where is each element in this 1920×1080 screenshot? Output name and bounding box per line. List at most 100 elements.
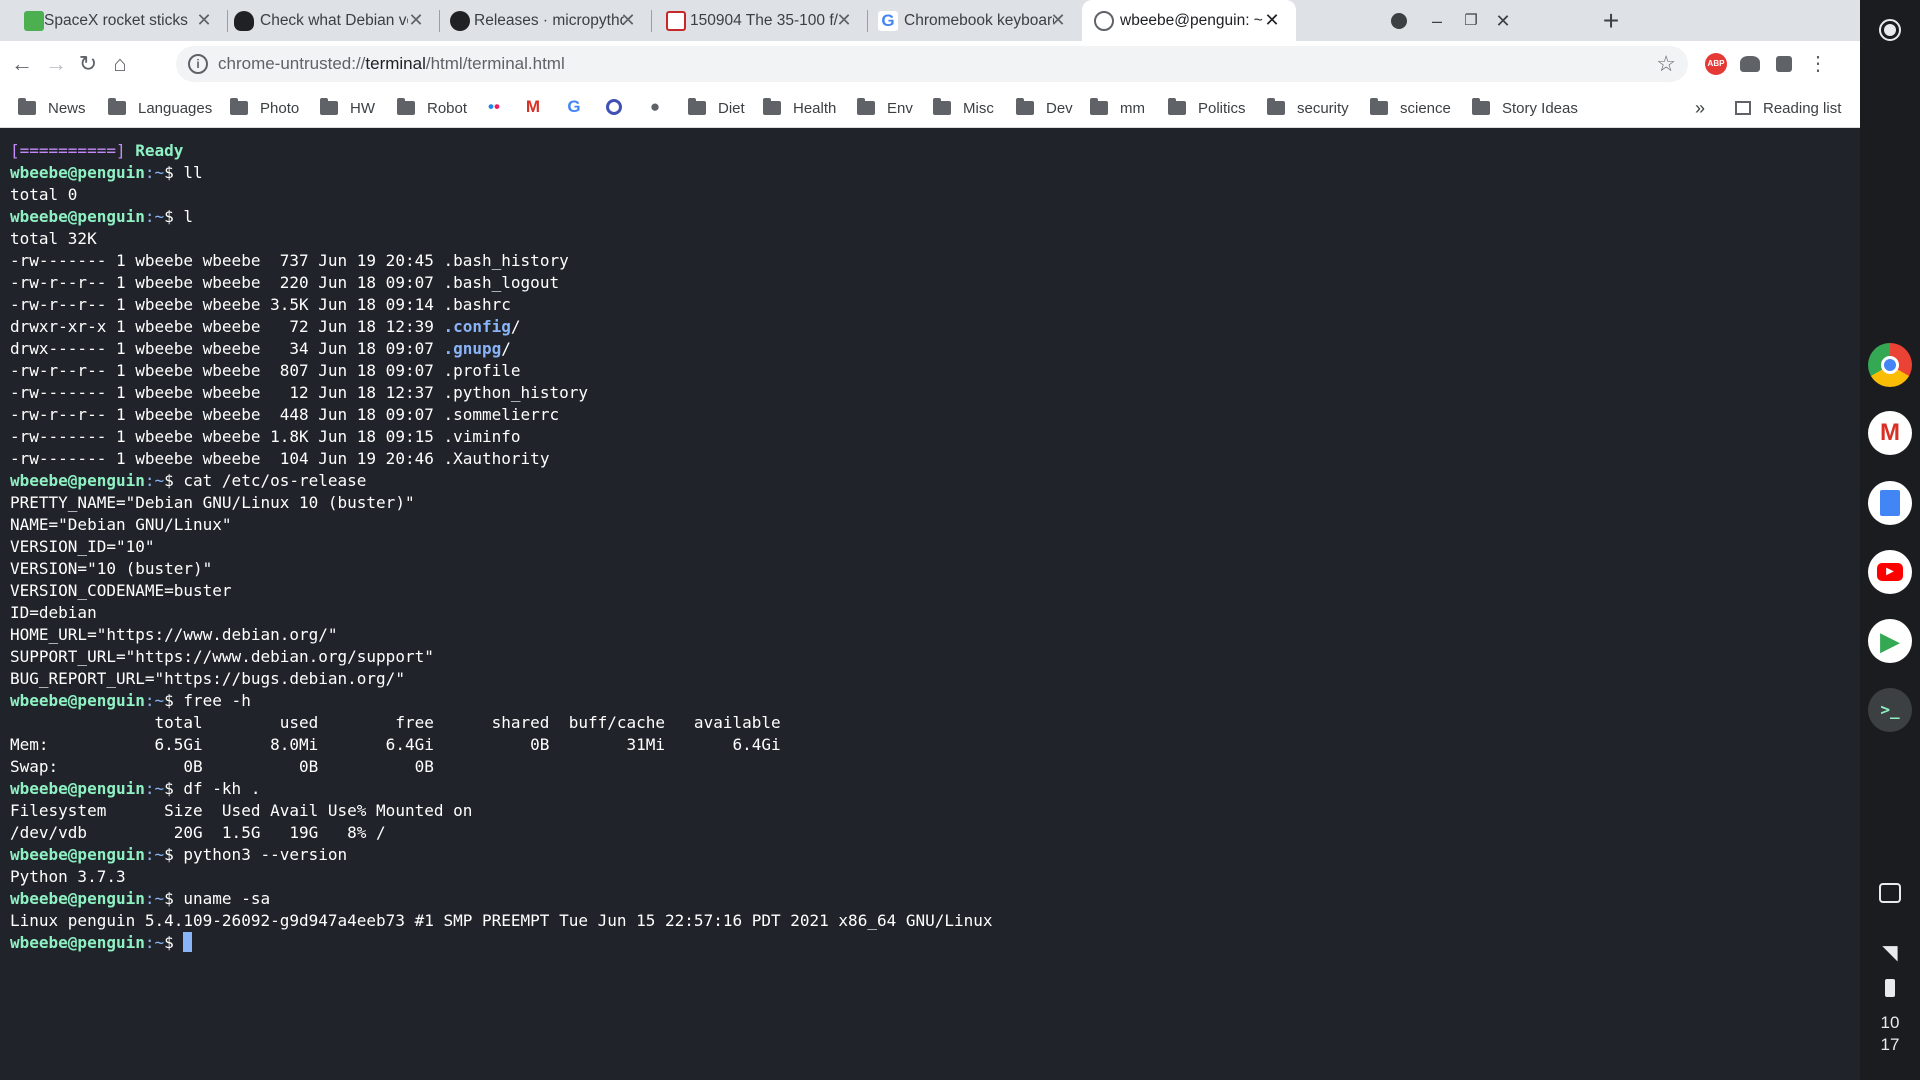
output-line: BUG_REPORT_URL="https://bugs.debian.org/… — [10, 668, 1850, 690]
screen-capture-icon[interactable] — [1877, 880, 1903, 906]
back-arrow-icon[interactable]: ← — [8, 50, 36, 78]
system-clock[interactable]: 10 17 — [1860, 1012, 1920, 1056]
folder-icon — [230, 98, 248, 115]
file-meta: drwxr-xr-x 1 wbeebe wbeebe 72 Jun 18 12:… — [10, 317, 444, 336]
bookmark-folder[interactable]: science — [1370, 95, 1451, 121]
prompt-user: wbeebe@penguin — [10, 779, 145, 798]
bookmark-folder[interactable]: Env — [857, 95, 913, 121]
forward-arrow-icon[interactable]: → — [42, 50, 70, 78]
spacex-icon — [24, 11, 44, 31]
minimize-icon[interactable]: ‒ — [1426, 10, 1448, 32]
bookmark-folder[interactable]: Photo — [230, 95, 299, 121]
prompt-line: wbeebe@penguin:~$ ll — [10, 162, 1850, 184]
wifi-icon[interactable]: ◥ — [1877, 940, 1903, 966]
output-text: NAME="Debian GNU/Linux" — [10, 515, 232, 534]
directory-name: .config — [443, 317, 511, 336]
battery-icon[interactable] — [1877, 975, 1903, 1001]
terminal-icon[interactable]: >_ — [1868, 688, 1912, 732]
directory-name: .gnupg — [443, 339, 502, 358]
reading-list-button[interactable]: Reading list — [1735, 95, 1841, 121]
tab-chromebook-shortcuts[interactable]: G Chromebook keyboard shor ✕ — [868, 0, 1082, 41]
youtube-icon[interactable]: ▶ — [1868, 550, 1912, 594]
url-text[interactable]: chrome-untrusted://terminal/html/termina… — [218, 55, 565, 73]
bookmark-folder[interactable]: security — [1267, 95, 1349, 121]
tab-title: Check what Debian version — [260, 12, 408, 29]
bookmark-folder[interactable]: Dev — [1016, 95, 1073, 121]
output-line: Linux penguin 5.4.109-26092-g9d947a4eeb7… — [10, 910, 1850, 932]
play-store-icon[interactable]: ▶ — [1868, 619, 1912, 663]
bookmark-folder[interactable]: News — [18, 95, 86, 121]
tab-debian-version[interactable]: Check what Debian version ✕ — [228, 0, 440, 41]
output-line: SUPPORT_URL="https://www.debian.org/supp… — [10, 646, 1850, 668]
puzzle-extensions-icon[interactable] — [1770, 50, 1798, 78]
more-vert-icon[interactable]: ⋮ — [1804, 50, 1832, 78]
google-icon[interactable]: G — [563, 96, 585, 118]
reload-icon[interactable]: ↻ — [74, 50, 102, 78]
prompt-path: :~ — [144, 207, 165, 226]
close-icon[interactable]: ✕ — [1262, 10, 1282, 30]
gmail-icon[interactable]: M — [1868, 411, 1912, 455]
chrome-icon[interactable] — [1868, 343, 1912, 387]
folder-icon — [857, 98, 875, 115]
file-name: .python_history — [443, 383, 588, 402]
apple-icon[interactable]: ● — [644, 96, 666, 118]
bookmark-folder[interactable]: Robot — [397, 95, 467, 121]
file-name: .viminfo — [443, 427, 521, 446]
bookmark-site-icon[interactable] — [603, 96, 625, 118]
bookmarks-bar: News Languages Photo HW Robot •• M G ● D… — [0, 87, 1860, 128]
launcher-icon[interactable] — [1879, 19, 1901, 41]
tab-spacex[interactable]: SpaceX rocket sticks landin ✕ — [0, 0, 228, 41]
extension-icon[interactable] — [1736, 50, 1764, 78]
site-info-icon[interactable]: i — [188, 54, 208, 74]
close-window-icon[interactable]: ✕ — [1492, 10, 1514, 32]
bookmark-folder[interactable]: Diet — [688, 95, 745, 121]
output-text: VERSION_ID="10" — [10, 537, 155, 556]
prompt-user: wbeebe@penguin — [10, 933, 145, 952]
file-meta: -rw------- 1 wbeebe wbeebe 737 Jun 19 20… — [10, 251, 444, 270]
flickr-icon[interactable]: •• — [483, 96, 505, 118]
file-listing-row: drwxr-xr-x 1 wbeebe wbeebe 72 Jun 18 12:… — [10, 317, 521, 336]
bookmark-folder[interactable]: Health — [763, 95, 836, 121]
docs-icon[interactable] — [1868, 481, 1912, 525]
bookmark-folder[interactable]: Languages — [108, 95, 212, 121]
close-icon[interactable]: ✕ — [406, 10, 426, 30]
home-icon[interactable]: ⌂ — [106, 50, 134, 78]
file-listing-row: -rw-r--r-- 1 wbeebe wbeebe 220 Jun 18 09… — [10, 272, 1850, 294]
bookmark-folder[interactable]: Misc — [933, 95, 994, 121]
bookmarks-overflow-button[interactable]: » — [1695, 95, 1705, 121]
prompt-path: :~ — [144, 163, 165, 182]
status-line: [==========] Ready — [10, 140, 1850, 162]
restore-icon[interactable]: ❐ — [1460, 10, 1482, 32]
close-icon[interactable]: ✕ — [1048, 10, 1068, 30]
output-line: total 32K — [10, 228, 1850, 250]
text-cursor[interactable] — [183, 932, 193, 952]
adblock-plus-icon[interactable]: ABP — [1702, 50, 1730, 78]
output-text: Swap: 0B 0B 0B — [10, 757, 434, 776]
output-text: VERSION_CODENAME=buster — [10, 581, 232, 600]
gmail-icon[interactable]: M — [522, 96, 544, 118]
tab-terminal[interactable]: wbeebe@penguin: ~ ✕ — [1082, 0, 1296, 41]
output-line: VERSION_CODENAME=buster — [10, 580, 1850, 602]
file-meta: -rw------- 1 wbeebe wbeebe 104 Jun 19 20… — [10, 449, 444, 468]
bookmark-folder[interactable]: HW — [320, 95, 375, 121]
tab-micropython-releases[interactable]: Releases · micropython/mic ✕ — [440, 0, 652, 41]
bookmark-folder[interactable]: Story Ideas — [1472, 95, 1578, 121]
output-line: Swap: 0B 0B 0B — [10, 756, 1850, 778]
bookmark-star-icon[interactable]: ☆ — [1656, 51, 1676, 77]
prompt-line: wbeebe@penguin:~$ python3 --version — [10, 844, 1850, 866]
address-bar[interactable]: i chrome-untrusted://terminal/html/termi… — [176, 46, 1688, 82]
close-icon[interactable]: ✕ — [834, 10, 854, 30]
close-icon[interactable]: ✕ — [194, 10, 214, 30]
new-tab-button[interactable]: + — [1598, 7, 1624, 35]
folder-icon — [1267, 98, 1285, 115]
tab-search-icon[interactable] — [1388, 10, 1410, 32]
output-line: VERSION_ID="10" — [10, 536, 1850, 558]
command-text: df -kh . — [183, 779, 261, 798]
file-listing-row: -rw-r--r-- 1 wbeebe wbeebe 448 Jun 18 09… — [10, 404, 1850, 426]
bookmark-folder[interactable]: mm — [1090, 95, 1145, 121]
bookmark-folder[interactable]: Politics — [1168, 95, 1246, 121]
tab-lens-article[interactable]: 150904 The 35-100 f/2 - ma ✕ — [652, 0, 868, 41]
close-icon[interactable]: ✕ — [618, 10, 638, 30]
output-line: total used free shared buff/cache availa… — [10, 712, 1850, 734]
terminal-output[interactable]: [==========] Ready wbeebe@penguin:~$ ll to… — [0, 129, 1860, 1080]
